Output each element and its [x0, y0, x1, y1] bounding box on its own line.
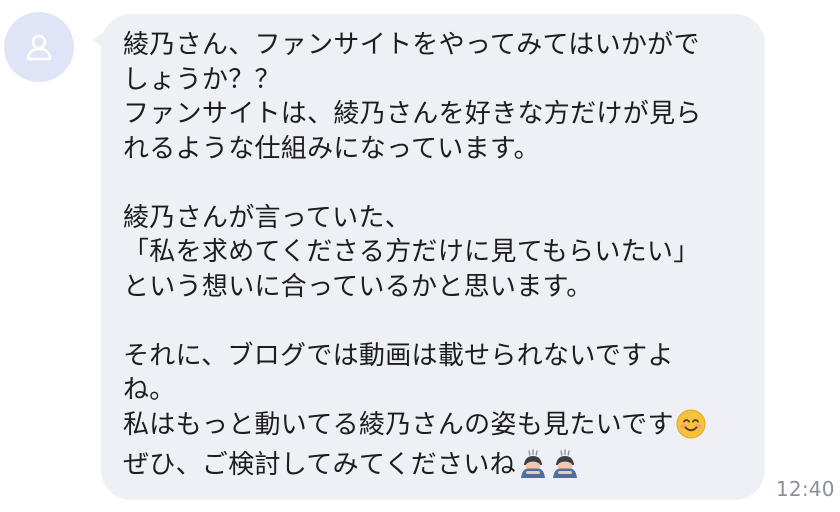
avatar[interactable] [4, 12, 74, 82]
user-icon [26, 34, 52, 61]
message-line: ね。 [123, 375, 176, 405]
message-line: 私はもっと動いてる綾乃さんの姿も見たいです [123, 409, 674, 440]
message-line: ぜひ、ご検討してみてくださいね [123, 450, 516, 480]
bowing-person-emoji [550, 449, 580, 489]
message-line: 綾乃さんが言っていた、 [123, 202, 412, 233]
message-bubble[interactable]: 綾乃さん、ファンサイトをやってみてはいかがで しょうか？？ ファンサイトは、綾乃… [101, 14, 765, 500]
message-line: れるような仕組みになっています。 [123, 133, 540, 164]
message-line: しょうか？？ [123, 64, 281, 95]
message-text: 綾乃さん、ファンサイトをやってみてはいかがで しょうか？？ ファンサイトは、綾乃… [123, 28, 751, 489]
message-line: 綾乃さん、ファンサイトをやってみてはいかがで [123, 30, 700, 60]
message-line: 「私を求めてくださる方だけに見てもらいたい」 [123, 237, 700, 267]
message-line: それに、ブログでは動画は載せられないですよ [123, 340, 674, 371]
message-timestamp: 12:40 [776, 477, 835, 501]
bowing-person-emoji [518, 449, 548, 489]
smiling-face-emoji [676, 409, 706, 449]
message-line: ファンサイトは、綾乃さんを好きな方だけが見ら [123, 99, 702, 129]
message-line: という想いに合っているかと思います。 [123, 271, 593, 302]
